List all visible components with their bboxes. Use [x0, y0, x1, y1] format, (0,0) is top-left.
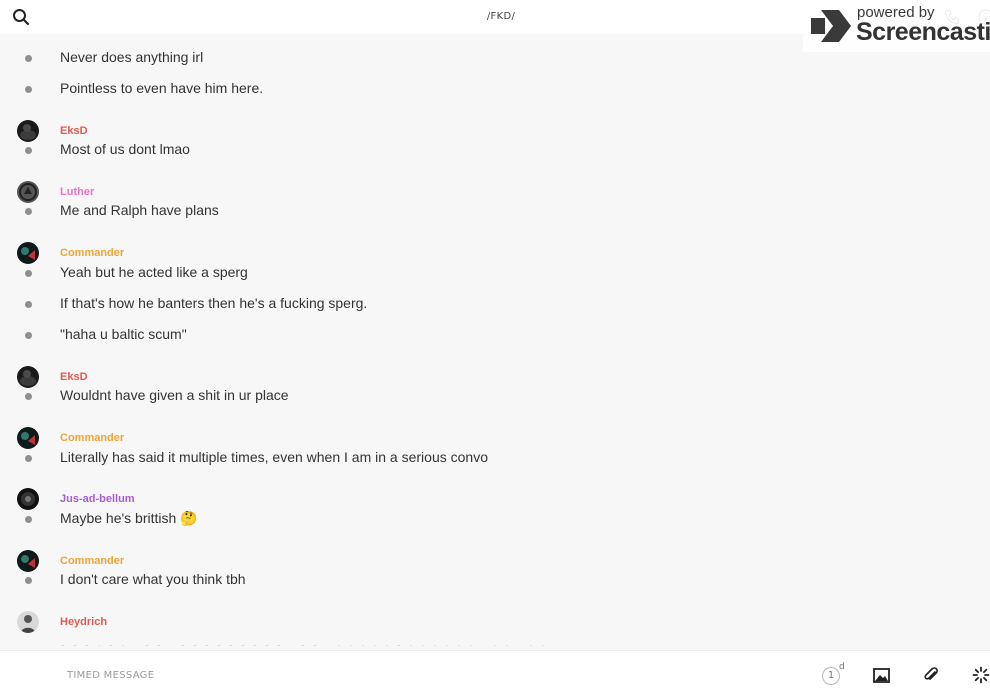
- spinner-icon[interactable]: [972, 666, 990, 684]
- bullet-dot: [25, 455, 32, 462]
- bullet-dot: [25, 301, 32, 308]
- bullet-dot: [25, 332, 32, 339]
- message-text: Never does anything irl: [60, 49, 204, 65]
- message[interactable]: Wouldnt have given a shit in ur place: [0, 384, 990, 408]
- message-author: Heydrich: [0, 611, 990, 633]
- message-text: Pointless to even have him here.: [60, 80, 264, 96]
- message[interactable]: Pointless to even have him here.: [0, 77, 990, 101]
- message-text: Maybe he's brittish 🤔: [60, 510, 198, 526]
- message[interactable]: Most of us dont lmao: [0, 138, 990, 162]
- timer-unit: d: [839, 662, 845, 672]
- avatar[interactable]: [17, 611, 39, 633]
- bullet-dot: [25, 147, 32, 154]
- author-name[interactable]: Commander: [60, 247, 124, 259]
- message-text: Me and Ralph have plans: [60, 202, 219, 218]
- message[interactable]: Maybe he's brittish 🤔: [0, 507, 990, 531]
- message[interactable]: "haha u baltic scum": [0, 323, 990, 347]
- image-icon[interactable]: [873, 667, 890, 684]
- author-name[interactable]: Heydrich: [60, 616, 107, 628]
- bullet-dot: [25, 270, 32, 277]
- bullet-dot: [25, 516, 32, 523]
- message-text: Literally has said it multiple times, ev…: [60, 449, 488, 465]
- message-input[interactable]: TIMED MESSAGE: [67, 670, 154, 681]
- bullet-dot: [25, 577, 32, 584]
- author-name[interactable]: Luther: [60, 186, 94, 198]
- timer-value: 1: [822, 667, 840, 685]
- author-name[interactable]: Commander: [60, 555, 124, 567]
- message[interactable]: Never does anything irl: [0, 46, 990, 70]
- message-text: Yeah but he acted like a sperg: [60, 264, 248, 280]
- message[interactable]: If that's how he banters then he's a fuc…: [0, 292, 990, 316]
- bullet-dot: [25, 393, 32, 400]
- message[interactable]: I don't care what you think tbh: [0, 568, 990, 592]
- chat-feed[interactable]: Never does anything irl Pointless to eve…: [0, 34, 990, 646]
- timer-button[interactable]: 1 d: [822, 662, 848, 687]
- message[interactable]: Me and Ralph have plans: [0, 199, 990, 223]
- squiggle-message-preview: [60, 636, 550, 646]
- message[interactable]: Literally has said it multiple times, ev…: [0, 446, 990, 470]
- author-name[interactable]: EksD: [60, 125, 88, 137]
- message-text: I don't care what you think tbh: [60, 571, 246, 587]
- message-text: "haha u baltic scum": [60, 326, 187, 342]
- bullet-dot: [25, 208, 32, 215]
- message-text: Most of us dont lmao: [60, 141, 190, 157]
- message-text: If that's how he banters then he's a fuc…: [60, 295, 368, 311]
- paperclip-icon[interactable]: [922, 666, 940, 684]
- message[interactable]: Yeah but he acted like a sperg: [0, 261, 990, 285]
- bullet-dot: [25, 55, 32, 62]
- author-name[interactable]: EksD: [60, 371, 88, 383]
- message-text: Wouldnt have given a shit in ur place: [60, 387, 289, 403]
- bullet-dot: [25, 86, 32, 93]
- author-name[interactable]: Commander: [60, 432, 124, 444]
- author-name[interactable]: Jus-ad-bellum: [60, 493, 135, 505]
